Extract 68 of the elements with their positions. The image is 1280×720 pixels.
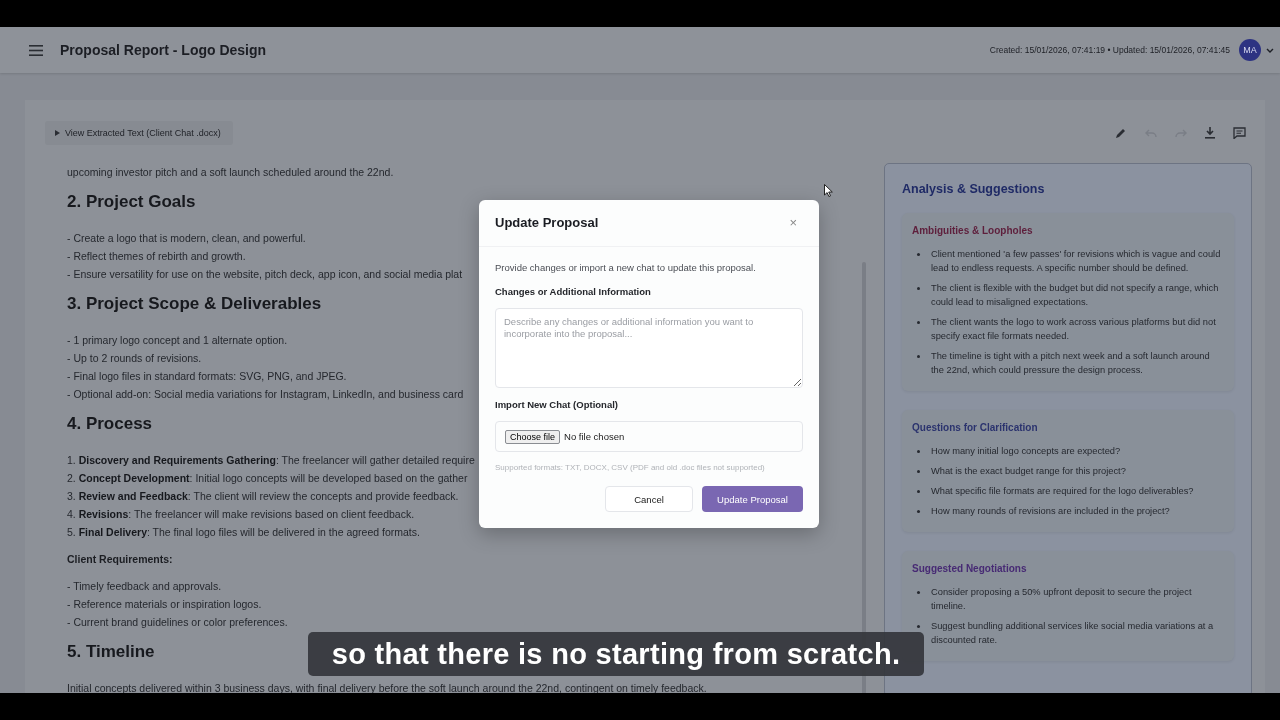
list-item: - Current brand guidelines or color preferences. [67, 615, 288, 630]
file-status: No file chosen [564, 431, 625, 442]
bullet-icon [917, 470, 920, 473]
list-item: - 1 primary logo concept and 1 alternate option. [67, 333, 288, 348]
list-item: - Reference materials or inspiration logos. [67, 597, 262, 612]
section-heading: 4. Process [67, 413, 153, 435]
file-field[interactable]: Choose file No file chosen [495, 421, 803, 452]
card-title: Suggested Negotiations [912, 562, 1028, 576]
user-avatar[interactable]: MA [1239, 39, 1261, 61]
bullet-text: What is the exact budget range for this project? [931, 465, 1126, 478]
bullet-icon [917, 253, 920, 256]
bullet-text: Consider proposing a 50% upfront deposit to secure the project timeline. [931, 586, 1193, 613]
menu-icon[interactable] [29, 44, 43, 56]
list-item: 1. Discovery and Requirements Gathering: The freelancer will gather detailed require [67, 453, 475, 468]
choose-file-button[interactable]: Choose file [505, 429, 561, 444]
list-item: - Timely feedback and approvals. [67, 579, 222, 594]
list-item: - Final logo files in standard formats: SVG, PNG, and JPEG. [67, 369, 347, 384]
list-item: 3. Review and Feedback: The client will review the concepts and provide feedback. [67, 489, 459, 504]
list-item: - Ensure versatility for use on the website, pitch deck, app icon, and social media plat [67, 267, 463, 282]
list-item: - Optional add-on: Social media variations for Instagram, LinkedIn, and business card [67, 387, 464, 402]
download-icon[interactable] [1205, 127, 1215, 139]
caret-icon [55, 130, 60, 136]
field-label: Changes or Additional Information [495, 285, 652, 299]
caret-icon[interactable] [1266, 47, 1274, 53]
section-heading: 5. Timeline [67, 641, 155, 663]
bullet-text: Client mentioned 'a few passes' for revisions which is vague and could lead to endless requests. A specific number should be defined. [931, 248, 1222, 275]
view-extracted-text-toggle[interactable]: View Extracted Text (Client Chat .docx) [45, 121, 233, 145]
page-title: Proposal Report - Logo Design [60, 42, 267, 58]
panel-title: Analysis & Suggestions [902, 181, 1046, 197]
bullet-icon [917, 355, 920, 358]
edit-icon[interactable] [1115, 127, 1127, 139]
section-heading: 2. Project Goals [67, 191, 196, 213]
bullet-icon [917, 490, 920, 493]
close-button[interactable]: × [783, 214, 803, 232]
bullet-icon [917, 287, 920, 290]
video-subtitle: so that there is no starting from scratch. [308, 632, 924, 676]
update-proposal-button[interactable]: Update Proposal [702, 486, 803, 512]
list-item: - Reflect themes of rebirth and growth. [67, 249, 246, 264]
list-item: 5. Final Delivery: The final logo files will be delivered in the agreed formats. [67, 525, 420, 540]
bullet-text: The client is flexible with the budget but did not specify a range, which could lead to misaligned expectations. [931, 282, 1220, 309]
bullet-text: The client wants the logo to work across various platforms but did not specify exact file formats needed. [931, 316, 1217, 343]
cancel-button[interactable]: Cancel [605, 486, 693, 512]
list-item: 4. Revisions: The freelancer will make revisions based on client feedback. [67, 507, 415, 522]
cursor-icon [824, 184, 833, 197]
timestamps: Created: 15/01/2026, 07:41:19 • Updated: 15/01/2026, 07:41:45 [989, 45, 1230, 55]
bullet-text: Suggest bundling additional services like social media variations at a discounted rate. [931, 620, 1215, 647]
bullet-icon [917, 450, 920, 453]
bullet-icon [917, 510, 920, 513]
bullet-text: What specific file formats are required for the logo deliverables? [931, 485, 1194, 498]
dialog-description: Provide changes or import a new chat to update this proposal. [495, 261, 757, 275]
list-item: - Create a logo that is modern, clean, and powerful. [67, 231, 306, 246]
bullet-icon [917, 321, 920, 324]
list-item: - Up to 2 rounds of revisions. [67, 351, 202, 366]
card-title: Ambiguities & Loopholes [912, 224, 1034, 238]
card-title: Questions for Clarification [912, 421, 1039, 435]
bullet-text: The timeline is tight with a pitch next week and a soft launch around the 22nd, which could pressure the design process. [931, 350, 1211, 377]
bullet-text: How many initial logo concepts are expected? [931, 445, 1121, 458]
section-heading: 3. Project Scope & Deliverables [67, 293, 322, 315]
field-label: Import New Chat (Optional) [495, 398, 619, 412]
bullet-text: How many rounds of revisions are included in the project? [931, 505, 1170, 518]
bullet-icon [917, 625, 920, 628]
changes-field[interactable]: Describe any changes or additional information you want to incorporate into the proposal... [495, 308, 803, 388]
list-item: 2. Concept Development: Initial logo concepts will be developed based on the gather [67, 471, 468, 486]
comment-icon[interactable] [1233, 127, 1246, 139]
paragraph: upcoming investor pitch and a soft launch scheduled around the 22nd. [67, 165, 394, 180]
dialog-title: Update Proposal [495, 214, 599, 232]
subsection-label: Client Requirements: [67, 552, 173, 567]
bullet-icon [917, 591, 920, 594]
